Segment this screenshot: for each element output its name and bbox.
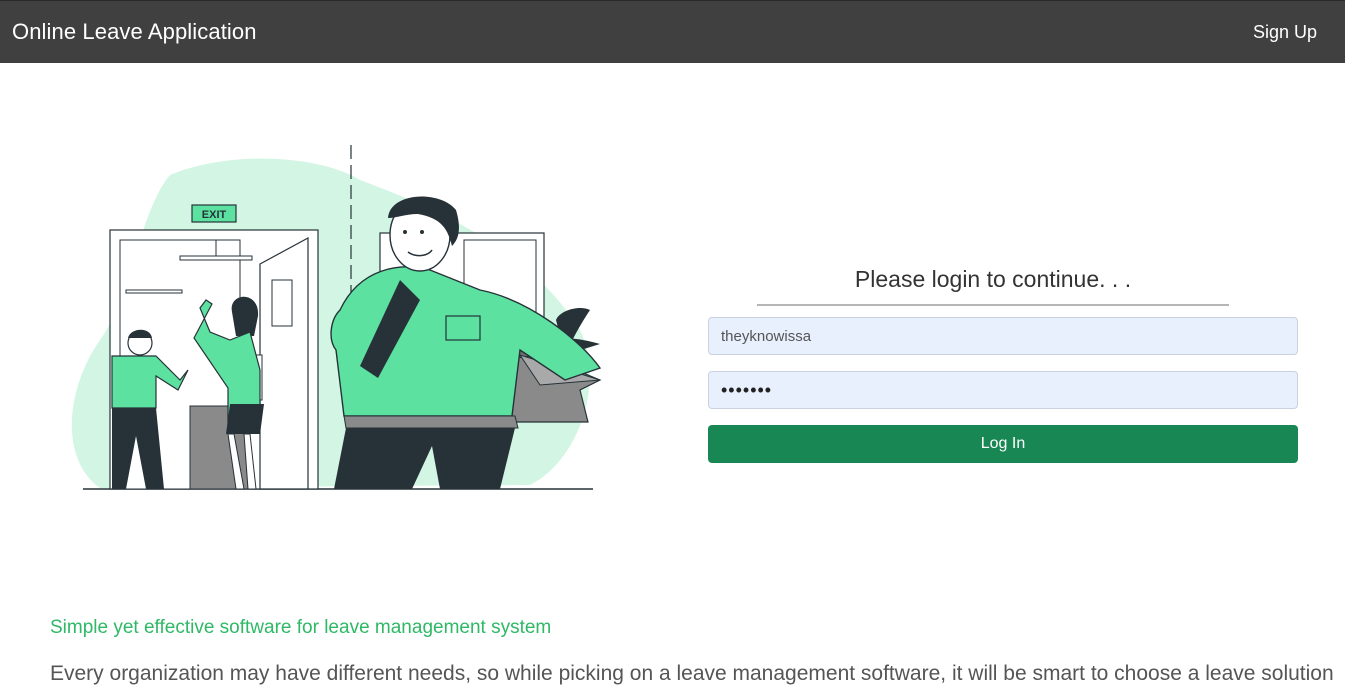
description-text: Every organization may have different ne… xyxy=(50,662,1334,685)
login-divider xyxy=(757,304,1229,306)
login-heading: Please login to continue. . . xyxy=(854,266,1132,292)
signup-link[interactable]: Sign Up xyxy=(1253,22,1317,43)
exit-sign-label: EXIT xyxy=(202,209,227,221)
tagline: Simple yet effective software for leave … xyxy=(50,617,552,638)
navbar: Online Leave Application Sign Up xyxy=(0,0,1345,63)
brand-title[interactable]: Online Leave Application xyxy=(12,19,257,45)
username-input[interactable] xyxy=(708,317,1298,355)
password-input[interactable] xyxy=(708,371,1298,409)
office-exit-illustration: EXIT xyxy=(71,145,602,490)
login-button[interactable]: Log In xyxy=(708,425,1298,463)
